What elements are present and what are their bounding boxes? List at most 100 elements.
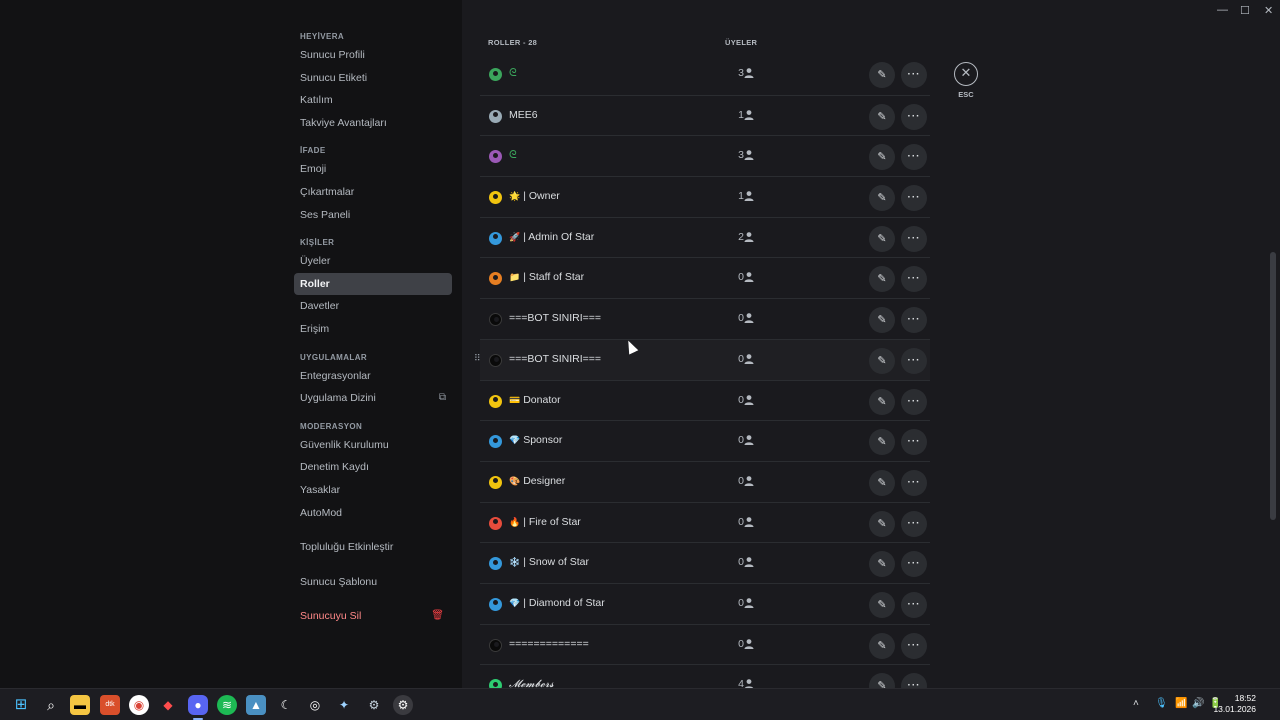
maximize-button[interactable]: ☐ bbox=[1240, 4, 1250, 17]
sidebar-item-eri-im[interactable]: Erişim bbox=[294, 318, 452, 341]
sidebar-item-g-venlik-kurulumu[interactable]: Güvenlik Kurulumu bbox=[294, 434, 452, 457]
sidebar-item-entegrasyonlar[interactable]: Entegrasyonlar bbox=[294, 365, 452, 388]
sidebar-item-davetler[interactable]: Davetler bbox=[294, 295, 452, 318]
app-icon-5[interactable]: ◎ bbox=[305, 695, 325, 715]
sidebar-item-emoji[interactable]: Emoji bbox=[294, 158, 452, 181]
sidebar-item-sunucu-ablonu[interactable]: Sunucu Şablonu bbox=[294, 571, 452, 594]
role-row[interactable]: ============= 0 ✎ ··· bbox=[480, 623, 930, 665]
edit-role-button[interactable]: ✎ bbox=[869, 266, 895, 293]
more-options-button[interactable]: ··· bbox=[901, 429, 927, 456]
edit-role-button[interactable]: ✎ bbox=[869, 510, 895, 537]
more-options-button[interactable]: ··· bbox=[901, 144, 927, 171]
role-row[interactable]: 💎 | Diamond of Star 0 ✎ ··· bbox=[480, 582, 930, 624]
app-icon-2[interactable]: ◆ bbox=[158, 695, 178, 715]
settings-icon[interactable]: ⚙ bbox=[393, 695, 413, 715]
chrome-icon[interactable]: ◉ bbox=[129, 695, 149, 715]
more-options-button[interactable]: ··· bbox=[901, 510, 927, 537]
edit-role-button[interactable]: ✎ bbox=[869, 632, 895, 659]
more-options-button[interactable]: ··· bbox=[901, 388, 927, 415]
role-row[interactable]: 💳 Donator 0 ✎ ··· bbox=[480, 379, 930, 421]
edit-role-button[interactable]: ✎ bbox=[869, 225, 895, 252]
sidebar-item-label: Topluluğu Etkinleştir bbox=[300, 541, 394, 554]
member-count: 0 bbox=[738, 312, 744, 325]
search-icon[interactable]: ⌕ bbox=[41, 695, 61, 715]
edit-role-button[interactable]: ✎ bbox=[869, 144, 895, 171]
edit-role-button[interactable]: ✎ bbox=[869, 388, 895, 415]
pencil-icon: ✎ bbox=[877, 314, 887, 327]
edit-role-button[interactable]: ✎ bbox=[869, 591, 895, 618]
role-emoji: 🎨 bbox=[509, 475, 521, 486]
more-options-button[interactable]: ··· bbox=[901, 591, 927, 618]
more-options-button[interactable]: ··· bbox=[901, 62, 927, 88]
close-settings-button[interactable]: ✕ ESC bbox=[954, 62, 978, 99]
sidebar-item-takviye-avantajlar-[interactable]: Takviye Avantajları bbox=[294, 112, 452, 135]
sidebar-item--yeler[interactable]: Üyeler bbox=[294, 250, 452, 273]
more-options-button[interactable]: ··· bbox=[901, 185, 927, 212]
app-icon-4[interactable]: ☾ bbox=[276, 695, 296, 715]
close-window-button[interactable]: ✕ bbox=[1264, 4, 1273, 17]
sidebar-item-kat-l-m[interactable]: Katılım bbox=[294, 89, 452, 112]
members-column-header: ÜYELER bbox=[725, 38, 758, 47]
edit-role-button[interactable]: ✎ bbox=[869, 469, 895, 496]
discord-settings-window: HEYİVERA Sunucu Profili Sunucu Etiketi Katı… bbox=[0, 0, 1280, 688]
discord-icon[interactable]: ● bbox=[188, 695, 208, 715]
role-row[interactable]: ===BOT SINIRI=== 0 ✎ ··· bbox=[480, 298, 930, 339]
sidebar-item-automod[interactable]: AutoMod bbox=[294, 502, 452, 525]
edit-role-button[interactable]: ✎ bbox=[869, 429, 895, 456]
wifi-icon[interactable]: 📶 bbox=[1175, 698, 1187, 709]
role-row[interactable]: MEE6 1 ✎ ··· bbox=[480, 94, 930, 136]
role-row[interactable]: 💎 Sponsor 0 ✎ ··· bbox=[480, 420, 930, 461]
minimize-button[interactable]: — bbox=[1217, 4, 1228, 16]
app-icon-6[interactable]: ✦ bbox=[334, 695, 354, 715]
edit-role-button[interactable]: ✎ bbox=[869, 185, 895, 212]
app-icon-3[interactable]: ▲ bbox=[246, 695, 266, 715]
steam-icon[interactable]: ⚙ bbox=[364, 695, 384, 715]
sidebar-item-toplulu-u-etkinle-tir[interactable]: Topluluğu Etkinleştir bbox=[294, 536, 452, 559]
role-row[interactable]: 📁 | Staff of Star 0 ✎ ··· bbox=[480, 257, 930, 298]
role-row[interactable]: ᘓ 3 ✎ ··· bbox=[480, 54, 930, 95]
role-row[interactable]: 🎨 Designer 0 ✎ ··· bbox=[480, 460, 930, 502]
sidebar-item-sunucuyu-sil[interactable]: Sunucuyu Sil 🗑 bbox=[294, 605, 452, 628]
role-row[interactable]: ᘓ 3 ✎ ··· bbox=[480, 135, 930, 176]
spotify-icon[interactable]: ≋ bbox=[217, 695, 237, 715]
sidebar-item-sunucu-profili[interactable]: Sunucu Profili bbox=[294, 44, 452, 67]
microphone-icon[interactable]: 🎙 bbox=[1155, 698, 1168, 709]
edit-role-button[interactable]: ✎ bbox=[869, 673, 895, 688]
volume-icon[interactable]: 🔊 bbox=[1192, 698, 1204, 709]
sidebar-item-denetim-kayd-[interactable]: Denetim Kaydı bbox=[294, 456, 452, 479]
more-options-button[interactable]: ··· bbox=[901, 225, 927, 252]
more-options-button[interactable]: ··· bbox=[901, 347, 927, 374]
more-options-button[interactable]: ··· bbox=[901, 551, 927, 578]
sidebar-item-uygulama-dizini[interactable]: Uygulama Dizini ⧉ bbox=[294, 387, 452, 410]
system-clock[interactable]: 18:52 13.01.2026 bbox=[1213, 693, 1256, 715]
edit-role-button[interactable]: ✎ bbox=[869, 62, 895, 88]
app-icon-1[interactable]: dtk bbox=[100, 695, 120, 715]
more-options-button[interactable]: ··· bbox=[901, 266, 927, 293]
more-options-button[interactable]: ··· bbox=[901, 469, 927, 496]
role-row[interactable]: 𝓜𝓮𝓶𝓫𝓮𝓻𝓼 4 ✎ ··· bbox=[480, 664, 930, 688]
edit-role-button[interactable]: ✎ bbox=[869, 347, 895, 374]
edit-role-button[interactable]: ✎ bbox=[869, 103, 895, 130]
role-row[interactable]: ❄️ | Snow of Star 0 ✎ ··· bbox=[480, 542, 930, 583]
sidebar-item-roller[interactable]: Roller bbox=[294, 272, 452, 296]
tray-overflow-icon[interactable]: ˄ bbox=[1133, 698, 1139, 709]
sidebar-item-yasaklar[interactable]: Yasaklar bbox=[294, 479, 452, 502]
drag-handle-icon[interactable]: ⠿ bbox=[474, 353, 481, 364]
sidebar-item--kartmalar[interactable]: Çıkartmalar bbox=[294, 181, 452, 204]
scrollbar[interactable] bbox=[1270, 252, 1276, 520]
close-icon[interactable]: ✕ bbox=[954, 62, 978, 86]
more-options-button[interactable]: ··· bbox=[901, 632, 927, 659]
role-row[interactable]: ⠿ ===BOT SINIRI=== 0 ✎ ··· bbox=[474, 338, 930, 380]
more-options-button[interactable]: ··· bbox=[901, 673, 927, 688]
more-options-button[interactable]: ··· bbox=[901, 307, 927, 334]
role-row[interactable]: 🌟 | Owner 1 ✎ ··· bbox=[480, 176, 930, 217]
sidebar-item-sunucu-etiketi[interactable]: Sunucu Etiketi bbox=[294, 67, 452, 90]
file-explorer-icon[interactable]: ▬ bbox=[70, 695, 90, 715]
start-icon[interactable]: ⊞ bbox=[11, 695, 31, 715]
edit-role-button[interactable]: ✎ bbox=[869, 307, 895, 334]
role-row[interactable]: 🔥 | Fire of Star 0 ✎ ··· bbox=[480, 501, 930, 543]
sidebar-item-ses-paneli[interactable]: Ses Paneli bbox=[294, 204, 452, 227]
edit-role-button[interactable]: ✎ bbox=[869, 551, 895, 578]
role-row[interactable]: 🚀 | Admin Of Star 2 ✎ ··· bbox=[480, 216, 930, 258]
more-options-button[interactable]: ··· bbox=[901, 103, 927, 130]
